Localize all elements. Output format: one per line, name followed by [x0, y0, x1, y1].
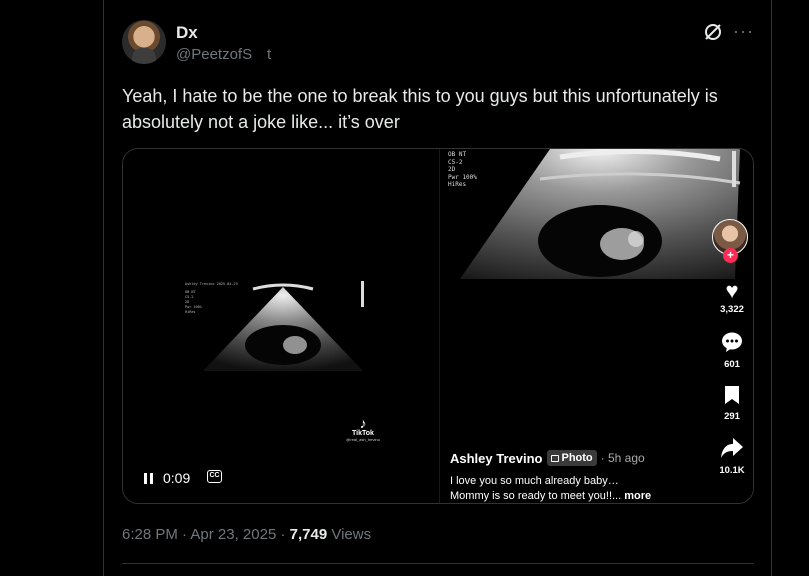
tiktok-watermark: ♪ TikTok @real_ash_trevino: [335, 416, 391, 442]
large-ultrasound-image: [460, 149, 741, 279]
timeline-right-border: [771, 0, 772, 576]
tweet-metadata: 6:28 PM · Apr 23, 2025 · 7,749 Views: [122, 526, 371, 543]
small-scan-settings: OB NT C5-2 2D Pwr 100% HiRes: [185, 290, 202, 314]
caption-more-link[interactable]: more: [624, 490, 651, 502]
author-handle[interactable]: @PeetzofS: [176, 46, 252, 63]
author-avatar[interactable]: [122, 20, 166, 64]
video-left-panel: Ashley Trevino 2025-04-23 OB NT C5-2 2D …: [123, 149, 439, 503]
follow-plus-icon[interactable]: +: [723, 248, 738, 263]
meta-separator: ·: [280, 526, 286, 543]
tiktok-author-name[interactable]: Ashley Trevino: [450, 451, 542, 466]
photo-icon: [551, 454, 560, 462]
save-action[interactable]: 291: [712, 385, 752, 422]
large-scan-settings: OB NT C5-2 2D Pwr 100% HiRes: [448, 151, 477, 188]
comment-count: 601: [724, 359, 740, 370]
tweet-text: Yeah, I hate to be the one to break this…: [122, 86, 718, 132]
grok-icon[interactable]: [703, 22, 723, 42]
more-horizontal-icon[interactable]: ···: [733, 22, 753, 42]
small-ultrasound-image: [203, 281, 364, 371]
video-elapsed-time: 0:09: [163, 470, 191, 486]
heart-icon[interactable]: ♥: [712, 279, 752, 303]
tweet-time[interactable]: 6:28 PM: [122, 526, 178, 543]
tiktok-caption-line-1: I love you so much already baby…: [450, 475, 619, 487]
meta-separator: ·: [182, 526, 188, 543]
tweet-media-video[interactable]: Ashley Trevino 2025-04-23 OB NT C5-2 2D …: [122, 148, 754, 504]
tweet-date[interactable]: Apr 23, 2025: [190, 526, 276, 543]
post-age: · 5h ago: [600, 451, 645, 465]
author-handle-tail: t: [267, 46, 272, 63]
like-action[interactable]: ♥ 3,322: [712, 279, 752, 316]
tweet-divider: [122, 563, 754, 564]
comment-icon[interactable]: [721, 331, 743, 353]
share-icon[interactable]: [720, 437, 744, 459]
tiktok-logo-icon: ♪: [359, 415, 367, 431]
video-controls: 0:09: [141, 467, 190, 489]
share-count: 10.1K: [719, 465, 745, 476]
save-count: 291: [724, 411, 740, 422]
comment-action[interactable]: 601: [712, 331, 752, 370]
tiktok-author-row: Ashley Trevino Photo · 5h ago: [450, 450, 645, 466]
pause-icon[interactable]: [141, 471, 155, 485]
photo-badge: Photo: [547, 450, 597, 466]
tiktok-caption-line-2: Mommy is so ready to meet you!!... more: [450, 490, 651, 502]
tiktok-post-panel: OB NT C5-2 2D Pwr 100% HiRes + ♥ 3,322 6…: [439, 149, 753, 503]
views-label: Views: [331, 526, 372, 543]
photo-badge-label: Photo: [561, 452, 593, 464]
like-count: 3,322: [720, 304, 744, 315]
captions-icon[interactable]: CC: [207, 470, 222, 483]
small-scan-header: Ashley Trevino 2025-04-23: [185, 282, 238, 286]
timeline-left-border: [103, 0, 104, 576]
author-display-name[interactable]: Dx: [176, 23, 198, 43]
tiktok-caption-line-2-text: Mommy is so ready to meet you!!...: [450, 490, 622, 502]
bookmark-icon[interactable]: [723, 385, 741, 405]
share-action[interactable]: 10.1K: [712, 437, 752, 476]
views-count: 7,749: [289, 526, 328, 543]
tiktok-username: @real_ash_trevino: [346, 437, 380, 442]
tiktok-logo-text: TikTok: [352, 430, 374, 437]
